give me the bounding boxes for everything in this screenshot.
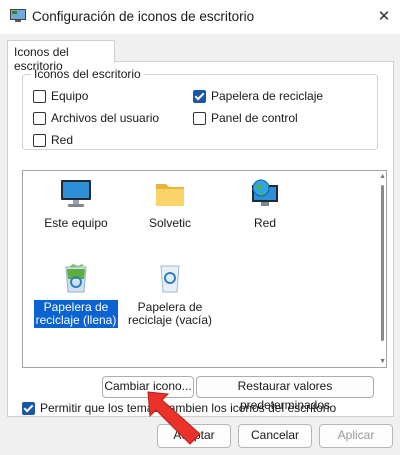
icon-item-red[interactable]: Red	[218, 179, 312, 231]
checkbox-label: Papelera de reciclaje	[211, 89, 324, 103]
recycle-bin-full-icon	[59, 263, 93, 293]
icon-item-solvetic[interactable]: Solvetic	[123, 179, 217, 231]
network-globe-icon	[248, 179, 282, 209]
red-arrow-icon	[142, 384, 206, 451]
checkbox-archivos-usuario[interactable]: Archivos del usuario	[33, 111, 159, 125]
tab-panel: Iconos del escritorio Equipo Papelera de…	[7, 61, 394, 417]
close-icon[interactable]: ✕	[372, 6, 396, 28]
monitor-icon	[59, 179, 93, 209]
checkbox-papelera[interactable]: Papelera de reciclaje	[193, 89, 323, 103]
icon-item-este-equipo[interactable]: Este equipo	[29, 179, 123, 231]
title-bar: Configuración de iconos de escritorio ✕	[0, 0, 400, 34]
checkbox-box-checked[interactable]	[22, 401, 35, 415]
dialog-body: Iconos del escritorio Iconos del escrito…	[0, 34, 400, 455]
icon-list[interactable]: Este equipo Solvetic Red Papelera de rec…	[22, 170, 387, 368]
scroll-down-icon[interactable]: ▼	[379, 358, 386, 365]
checkbox-equipo[interactable]: Equipo	[33, 89, 88, 103]
icon-item-papelera-llena[interactable]: Papelera de reciclaje (llena)	[29, 263, 123, 328]
icon-label-selected: Papelera de reciclaje (llena)	[33, 300, 119, 328]
desktop-settings-icon	[10, 9, 26, 23]
checkbox-label: Red	[51, 133, 74, 147]
recycle-bin-empty-icon	[153, 263, 187, 293]
scroll-up-icon[interactable]: ▲	[379, 173, 386, 180]
icon-label: Red	[253, 216, 276, 230]
checkbox-box[interactable]	[33, 89, 46, 103]
window-title: Configuración de iconos de escritorio	[32, 9, 255, 24]
checkbox-box[interactable]	[33, 111, 46, 125]
desktop-icons-group: Iconos del escritorio Equipo Papelera de…	[22, 67, 378, 150]
tab-label: Iconos del escritorio	[14, 45, 69, 73]
checkbox-box[interactable]	[33, 133, 46, 147]
checkbox-box-checked[interactable]	[193, 89, 206, 103]
apply-button[interactable]: Aplicar	[319, 424, 393, 448]
checkbox-label: Panel de control	[211, 111, 298, 125]
icon-item-papelera-vacia[interactable]: Papelera de reciclaje (vacía)	[123, 263, 217, 328]
checkbox-panel-control[interactable]: Panel de control	[193, 111, 298, 125]
checkbox-box[interactable]	[193, 111, 206, 125]
cancel-button[interactable]: Cancelar	[238, 424, 312, 448]
checkbox-label: Equipo	[51, 89, 89, 103]
tab-desktop-icons[interactable]: Iconos del escritorio	[7, 40, 115, 73]
icon-label: Solvetic	[148, 216, 192, 230]
icon-label: Papelera de reciclaje (vacía)	[127, 300, 213, 327]
restore-defaults-button[interactable]: Restaurar valores predeterminados	[196, 376, 374, 412]
scrollbar-thumb[interactable]	[381, 185, 384, 341]
icon-label: Este equipo	[44, 216, 108, 230]
checkbox-red[interactable]: Red	[33, 133, 73, 147]
folder-icon	[153, 179, 187, 209]
checkbox-label: Archivos del usuario	[51, 111, 160, 125]
